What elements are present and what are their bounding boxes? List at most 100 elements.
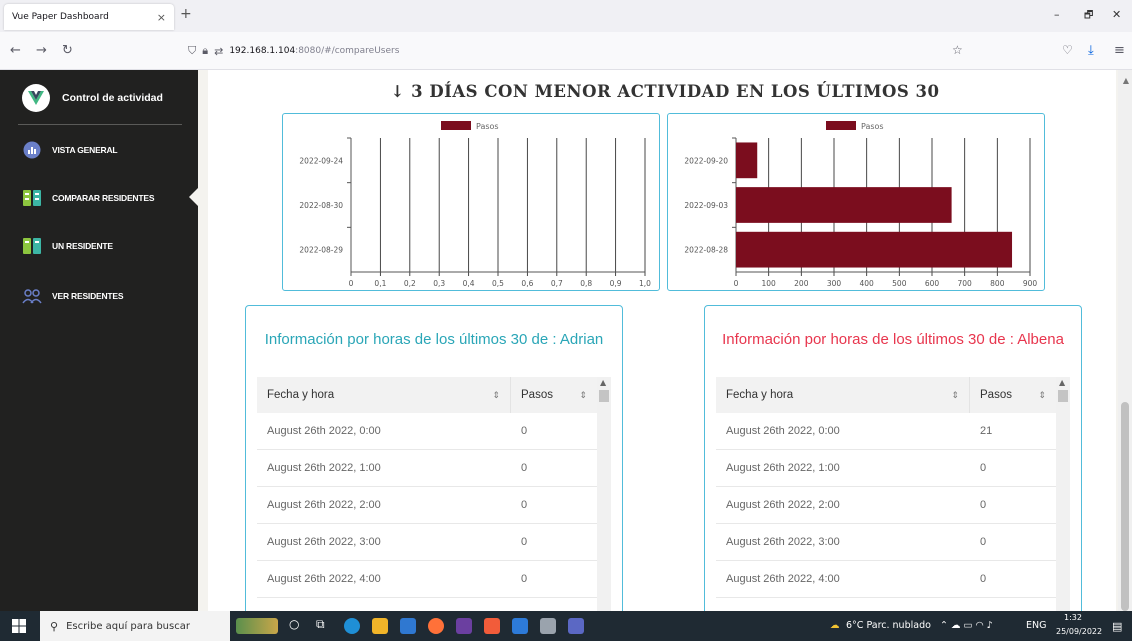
page-scroll-thumb[interactable] xyxy=(1121,402,1129,611)
edge-icon[interactable] xyxy=(344,618,360,634)
table-row[interactable]: August 26th 2022, 2:00 0 xyxy=(716,487,1056,524)
browser-tabbar: Vue Paper Dashboard × + – 🗗 ✕ xyxy=(0,0,1132,32)
clock-time[interactable]: 1:32 xyxy=(1064,613,1082,622)
sort-icon[interactable]: ⇕ xyxy=(492,390,500,401)
sort-icon[interactable]: ⇕ xyxy=(579,390,587,401)
sidebar-item-ver-residentes[interactable]: VER RESIDENTES xyxy=(22,287,124,305)
firefox-icon[interactable] xyxy=(428,618,444,634)
cell-pasos: 0 xyxy=(980,536,987,548)
x-tick-label: 400 xyxy=(860,279,875,288)
x-tick-label: 600 xyxy=(925,279,940,288)
vscode-icon[interactable] xyxy=(512,618,528,634)
forward-icon[interactable]: → xyxy=(36,43,47,58)
language-indicator[interactable]: ENG xyxy=(1026,620,1046,631)
sort-icon[interactable]: ⇕ xyxy=(951,390,959,401)
download-icon[interactable]: ⤓ xyxy=(1088,43,1094,58)
browser-tab[interactable]: Vue Paper Dashboard × xyxy=(4,4,174,30)
x-tick-label: 0,5 xyxy=(492,279,504,288)
cell-pasos: 0 xyxy=(521,536,528,548)
sort-icon[interactable]: ⇕ xyxy=(1038,390,1046,401)
table-row[interactable]: August 26th 2022, 0:00 0 xyxy=(257,413,597,450)
file-explorer-icon[interactable] xyxy=(372,618,388,634)
office-icon[interactable] xyxy=(484,618,500,634)
scroll-thumb[interactable] xyxy=(599,390,609,402)
clock-date[interactable]: 25/09/2022 xyxy=(1056,627,1102,636)
table-header: Fecha y hora ⇕ Pasos ⇕ xyxy=(716,377,1056,413)
address-bar[interactable]: ⛉ 🔒︎ ⇄ 192.168.1.104 :8080/#/compareUser… xyxy=(188,38,988,64)
x-tick-label: 0,3 xyxy=(433,279,445,288)
back-icon[interactable]: ← xyxy=(10,43,21,58)
sidebar-item-un-residente[interactable]: UN RESIDENTE xyxy=(22,237,113,255)
notifications-icon[interactable]: ▤ xyxy=(1112,620,1122,633)
column-header-fecha[interactable]: Fecha y hora ⇕ xyxy=(716,377,970,413)
cell-fecha: August 26th 2022, 2:00 xyxy=(267,499,381,511)
table-row[interactable]: August 26th 2022, 5:000 xyxy=(257,598,597,611)
chart-adrian: Pasos 0 0,1 0,2 0,3 0,4 0,5 0,6 0,7 0,8 0,9 1,0 2022… xyxy=(282,113,660,291)
active-indicator xyxy=(189,188,198,206)
scroll-up-icon[interactable]: ▲ xyxy=(600,378,606,387)
x-tick-label: 0,6 xyxy=(521,279,533,288)
task-view-icon[interactable]: ⧉ xyxy=(316,617,332,633)
cell-pasos: 0 xyxy=(521,573,528,585)
pocket-icon[interactable]: ♡ xyxy=(1062,43,1073,57)
bookmark-star-icon[interactable]: ☆ xyxy=(952,43,963,57)
teams-icon[interactable] xyxy=(568,618,584,634)
cell-pasos: 21 xyxy=(980,425,993,437)
sidebar-item-vista-general[interactable]: VISTA GENERAL xyxy=(22,141,118,159)
bar-chart-albena: Pasos 0 100 200 300 400 500 600 700 800 900 2022-09… xyxy=(684,121,1037,288)
brand[interactable]: Control de actividad xyxy=(22,84,163,112)
store-icon[interactable] xyxy=(400,618,416,634)
resident-icon xyxy=(22,237,42,255)
column-header-pasos[interactable]: Pasos ⇕ xyxy=(511,377,597,413)
restore-button[interactable]: 🗗 xyxy=(1084,8,1093,25)
lock-warning-icon[interactable]: 🔒︎ xyxy=(202,44,208,58)
weather-text[interactable]: 6°C Parc. nublado xyxy=(846,620,931,631)
sidebar-item-label: VISTA GENERAL xyxy=(52,145,118,155)
legend-swatch xyxy=(441,121,471,130)
x-tick-label: 200 xyxy=(794,279,809,288)
close-window-button[interactable]: ✕ xyxy=(1112,8,1121,21)
menu-icon[interactable]: ≡ xyxy=(1114,43,1125,58)
table-row[interactable]: August 26th 2022, 4:00 0 xyxy=(716,561,1056,598)
x-tick-label: 0,9 xyxy=(610,279,622,288)
table-title: Información por horas de los últimos 30 … xyxy=(722,331,1064,348)
table-row[interactable]: August 26th 2022, 5:000 xyxy=(716,598,1056,611)
table-row[interactable]: August 26th 2022, 3:00 0 xyxy=(716,524,1056,561)
reload-icon[interactable]: ↻ xyxy=(62,43,73,58)
table-row[interactable]: August 26th 2022, 1:00 0 xyxy=(257,450,597,487)
shield-icon[interactable]: ⛉ xyxy=(188,44,196,58)
column-header-pasos[interactable]: Pasos ⇕ xyxy=(970,377,1056,413)
weather-icon[interactable]: ☁ xyxy=(830,620,840,631)
table-header: Fecha y hora ⇕ Pasos ⇕ xyxy=(257,377,597,413)
page-scrollbar[interactable]: ▲ xyxy=(1118,70,1132,611)
table-row[interactable]: August 26th 2022, 2:00 0 xyxy=(257,487,597,524)
table-row[interactable]: August 26th 2022, 1:00 0 xyxy=(716,450,1056,487)
terminal-icon[interactable] xyxy=(540,618,556,634)
tray-icons[interactable]: ⌃ ☁ ▭ ◠ ♪ xyxy=(940,620,993,631)
scroll-up-icon[interactable]: ▲ xyxy=(1059,378,1065,387)
permissions-icon[interactable]: ⇄ xyxy=(214,45,223,58)
cell-fecha: August 26th 2022, 4:00 xyxy=(726,573,840,585)
tab-close-icon[interactable]: × xyxy=(157,11,166,24)
cell-fecha: August 26th 2022, 1:00 xyxy=(267,462,381,474)
sidebar-item-comparar-residentes[interactable]: COMPARAR RESIDENTES xyxy=(22,189,155,207)
new-tab-button[interactable]: + xyxy=(180,6,192,22)
column-header-fecha[interactable]: Fecha y hora ⇕ xyxy=(257,377,511,413)
news-widget-icon[interactable] xyxy=(236,618,278,634)
table-row[interactable]: August 26th 2022, 0:00 21 xyxy=(716,413,1056,450)
app-icon[interactable] xyxy=(456,618,472,634)
windows-start-icon[interactable] xyxy=(12,618,26,637)
x-tick-label: 1,0 xyxy=(639,279,651,288)
scroll-up-icon[interactable]: ▲ xyxy=(1123,76,1129,85)
minimize-button[interactable]: – xyxy=(1054,8,1060,21)
x-tick-label: 700 xyxy=(958,279,973,288)
x-tick-label: 500 xyxy=(892,279,907,288)
table-row[interactable]: August 26th 2022, 4:00 0 xyxy=(257,561,597,598)
taskbar-search[interactable]: ⚲ Escribe aquí para buscar xyxy=(40,611,230,641)
scroll-thumb[interactable] xyxy=(1058,390,1068,402)
table-row[interactable]: August 26th 2022, 3:00 0 xyxy=(257,524,597,561)
table-scrollbar[interactable]: ▲ xyxy=(1056,377,1070,611)
table-scrollbar[interactable]: ▲ xyxy=(597,377,611,611)
cortana-icon[interactable]: ○ xyxy=(289,617,305,633)
compare-icon xyxy=(22,189,42,207)
